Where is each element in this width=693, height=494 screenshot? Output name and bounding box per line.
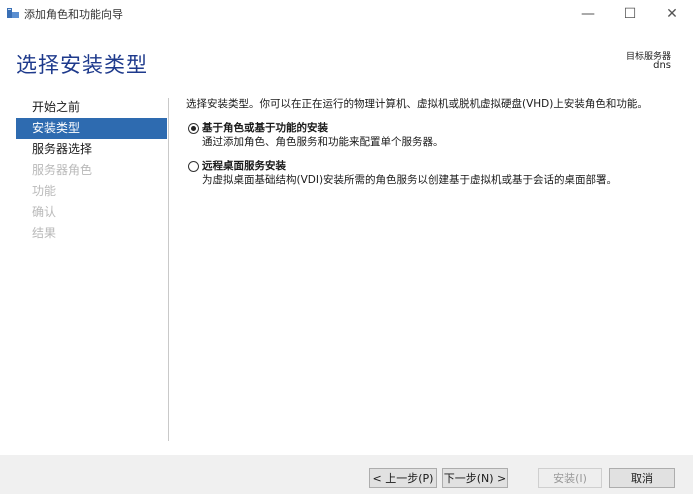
wizard-footer: < 上一步(P) 下一步(N) > 安装(I) 取消 <box>0 455 693 494</box>
maximize-button[interactable]: ☐ <box>609 0 651 27</box>
step-installation-type[interactable]: 安装类型 <box>16 118 167 139</box>
remote-desktop-install-radio[interactable] <box>188 161 199 172</box>
option-title: 远程桌面服务安装 <box>202 160 286 172</box>
main-content: 选择安装类型。你可以在正在运行的物理计算机、虚拟机或脱机虚拟硬盘(VHD)上安装… <box>186 97 681 187</box>
step-before-you-begin[interactable]: 开始之前 <box>16 97 167 118</box>
title-bar: 添加角色和功能向导 — ☐ ✕ <box>0 0 693 27</box>
step-server-roles: 服务器角色 <box>32 163 93 177</box>
page-description: 选择安装类型。你可以在正在运行的物理计算机、虚拟机或脱机虚拟硬盘(VHD)上安装… <box>186 98 648 110</box>
remote-desktop-install-option[interactable]: 远程桌面服务安装 为虚拟桌面基础结构(VDI)安装所需的角色服务以创建基于虚拟机… <box>186 159 681 187</box>
minimize-button[interactable]: — <box>567 0 609 27</box>
install-button: 安装(I) <box>538 468 602 488</box>
target-server-name: dns <box>653 60 671 71</box>
page-title: 选择安装类型 <box>16 53 148 77</box>
server-manager-icon <box>7 8 19 18</box>
option-description: 为虚拟桌面基础结构(VDI)安装所需的角色服务以创建基于虚拟机或基于会话的桌面部… <box>202 174 618 186</box>
role-based-install-option[interactable]: 基于角色或基于功能的安装 通过添加角色、角色服务和功能来配置单个服务器。 <box>186 121 681 149</box>
previous-button[interactable]: < 上一步(P) <box>369 468 437 488</box>
step-confirmation: 确认 <box>32 205 57 219</box>
cancel-button[interactable]: 取消 <box>609 468 675 488</box>
step-server-selection[interactable]: 服务器选择 <box>16 139 167 160</box>
window-title: 添加角色和功能向导 <box>24 8 123 21</box>
option-title: 基于角色或基于功能的安装 <box>202 122 328 134</box>
close-button[interactable]: ✕ <box>651 0 693 27</box>
sidebar-divider <box>168 98 169 441</box>
step-features: 功能 <box>32 184 57 198</box>
wizard-steps-nav: 开始之前 安装类型 服务器选择 服务器角色 功能 确认 结果 <box>16 97 167 244</box>
role-based-install-radio[interactable] <box>188 123 199 134</box>
option-description: 通过添加角色、角色服务和功能来配置单个服务器。 <box>202 136 444 148</box>
wizard-header: 选择安装类型 目标服务器 dns <box>0 27 693 87</box>
next-button[interactable]: 下一步(N) > <box>442 468 508 488</box>
step-results: 结果 <box>32 226 57 240</box>
